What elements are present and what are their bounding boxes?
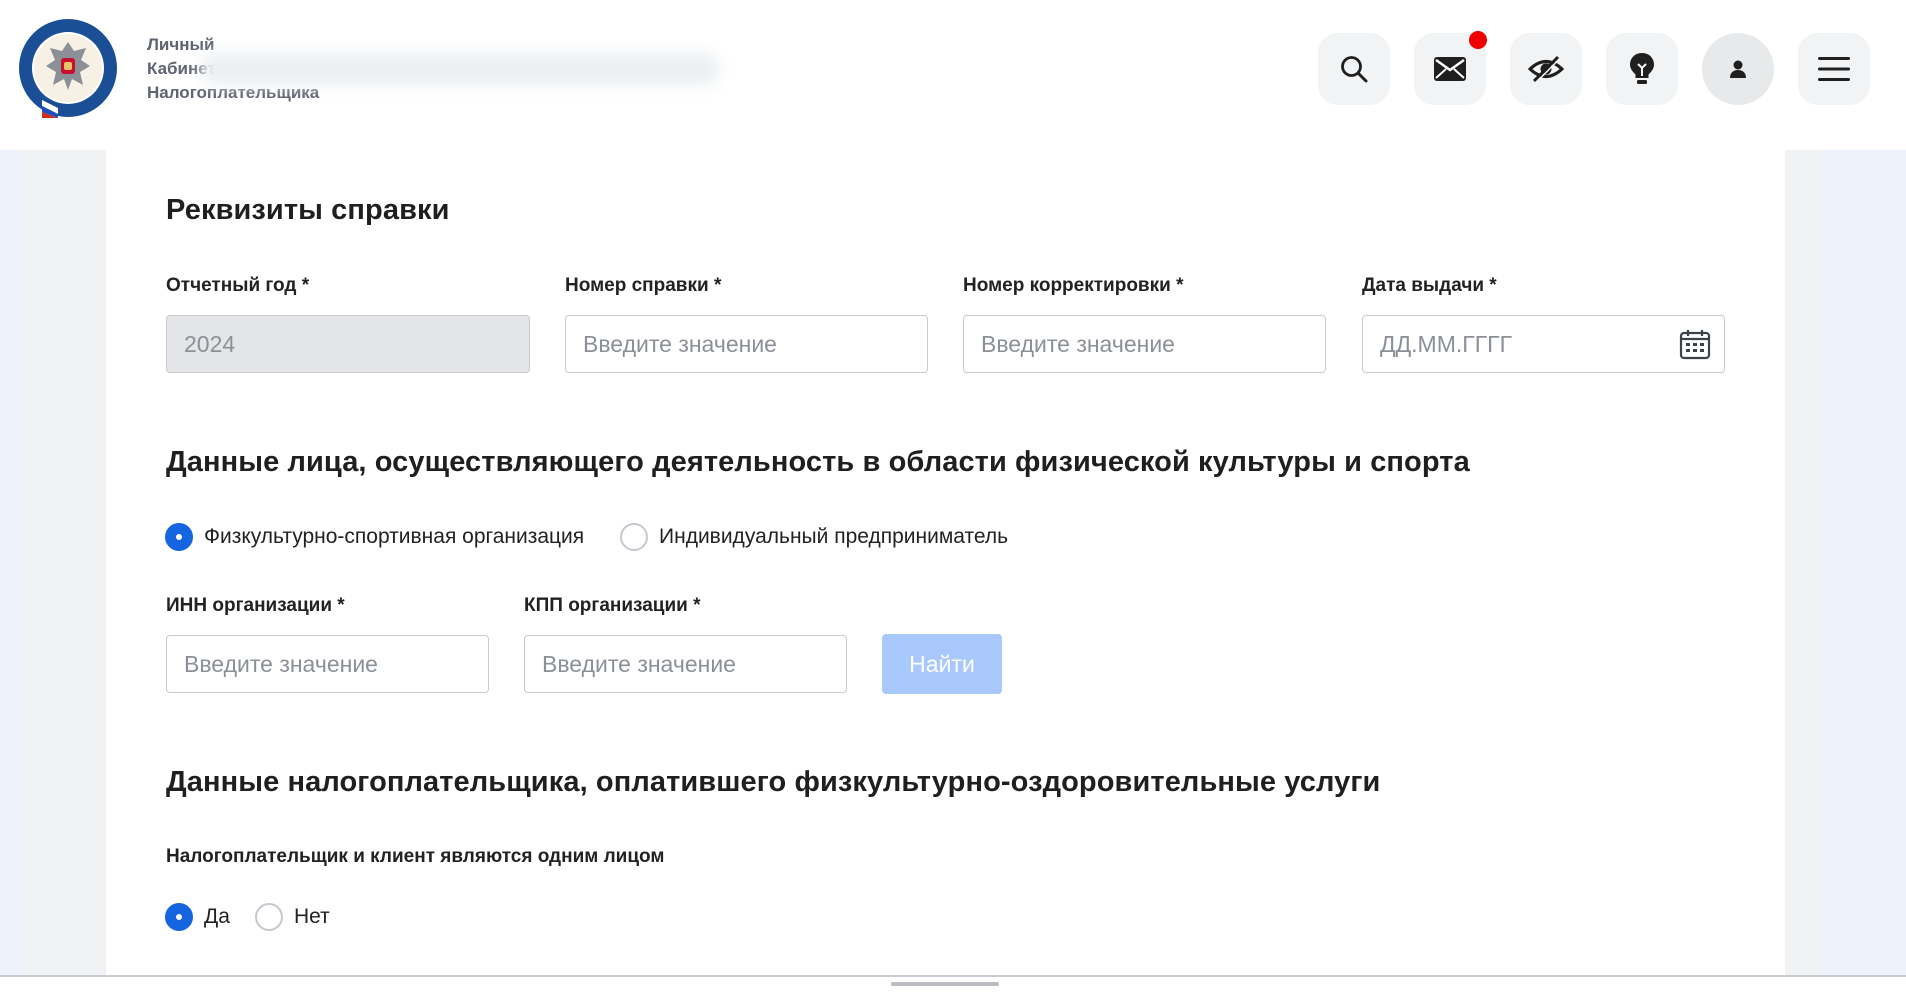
content-gutter-right bbox=[1785, 150, 1821, 975]
radio-org-type-entrepreneur[interactable]: Индивидуальный предприниматель bbox=[620, 523, 1008, 551]
radio-same-person-yes[interactable]: Да bbox=[165, 903, 230, 931]
radio-button[interactable] bbox=[620, 523, 648, 551]
scroll-handle[interactable] bbox=[891, 982, 999, 986]
kpp-label: КПП организации * bbox=[524, 595, 701, 616]
menu-button[interactable] bbox=[1798, 33, 1870, 105]
content-gutter-left bbox=[22, 150, 106, 975]
same-person-label: Налогоплательщик и клиент являются одним… bbox=[166, 846, 665, 867]
correction-number-label: Номер корректировки * bbox=[963, 275, 1184, 296]
section-title-organization: Данные лица, осуществляющего деятельност… bbox=[166, 446, 1470, 478]
search-icon bbox=[1341, 56, 1368, 83]
fns-logo[interactable] bbox=[18, 18, 118, 118]
year-field bbox=[166, 315, 530, 373]
eye-off-icon bbox=[1528, 55, 1564, 84]
section-title-taxpayer: Данные налогоплательщика, оплатившего фи… bbox=[166, 766, 1381, 798]
section-title-certificate: Реквизиты справки bbox=[166, 194, 450, 226]
inn-label: ИНН организации * bbox=[166, 595, 345, 616]
radio-org-type-organization[interactable]: Физкультурно-спортивная организация bbox=[165, 523, 584, 551]
tips-button[interactable] bbox=[1606, 33, 1678, 105]
issue-date-label: Дата выдачи * bbox=[1362, 275, 1497, 296]
year-label: Отчетный год * bbox=[166, 275, 310, 296]
user-icon bbox=[1730, 60, 1746, 78]
radio-button[interactable] bbox=[255, 903, 283, 931]
radio-label: Нет bbox=[294, 905, 330, 928]
kpp-input[interactable] bbox=[524, 635, 847, 693]
header: Личный Кабинет Налогоплательщика bbox=[0, 0, 1906, 150]
blurred-user-name bbox=[200, 52, 720, 86]
radio-button-selected[interactable] bbox=[165, 903, 193, 931]
calendar-icon[interactable] bbox=[1679, 328, 1711, 360]
certificate-number-input[interactable] bbox=[565, 315, 928, 373]
correction-number-input[interactable] bbox=[963, 315, 1326, 373]
mail-icon bbox=[1434, 57, 1466, 81]
radio-label: Индивидуальный предприниматель bbox=[659, 525, 1009, 548]
profile-button[interactable] bbox=[1702, 33, 1774, 105]
issue-date-input[interactable] bbox=[1362, 315, 1725, 373]
certificate-number-label: Номер справки * bbox=[565, 275, 722, 296]
notification-dot bbox=[1469, 31, 1487, 49]
lightbulb-icon bbox=[1630, 53, 1654, 84]
radio-button-selected[interactable] bbox=[165, 523, 193, 551]
search-button[interactable] bbox=[1318, 33, 1390, 105]
menu-icon bbox=[1818, 57, 1850, 81]
accessibility-button[interactable] bbox=[1510, 33, 1582, 105]
radio-same-person-no[interactable]: Нет bbox=[255, 903, 330, 931]
radio-label: Физкультурно-спортивная организация bbox=[204, 525, 585, 548]
radio-label: Да bbox=[204, 905, 230, 928]
inn-input[interactable] bbox=[166, 635, 489, 693]
find-button[interactable]: Найти bbox=[882, 634, 1002, 694]
